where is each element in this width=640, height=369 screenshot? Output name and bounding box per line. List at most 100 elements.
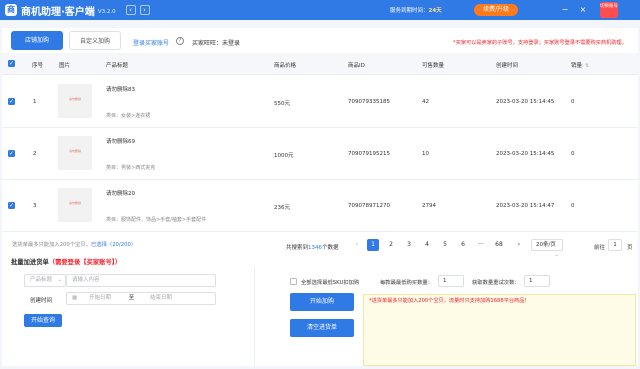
header-created: 创建时间 <box>496 63 519 69</box>
product-price: 550元 <box>274 101 290 107</box>
select-all-checkbox[interactable]: ✓ <box>8 60 15 67</box>
row-checkbox[interactable]: ✓ <box>8 98 15 105</box>
min-buy-input[interactable]: 1 <box>438 275 464 287</box>
start-search-button[interactable]: 开始查询 <box>24 314 62 327</box>
page-68[interactable]: 68 <box>493 239 505 251</box>
page-ellipsis[interactable]: ··· <box>475 239 487 251</box>
main-panel: 店铺加购 自定义加购 登录买家账号 ? 买家旺旺：未登录 *买家可以是卖家的子账… <box>2 28 638 366</box>
selection-label: 已选择 <box>90 242 107 248</box>
thumbnail-text: 请勿删除 <box>69 97 82 101</box>
product-stock: 10 <box>422 151 429 157</box>
table-row[interactable]: ✓ 2 请勿删除 请勿删除69 类目：男装>西式夹克 1000元 7090791… <box>2 128 638 180</box>
header-sales[interactable]: 销量 ⇅ <box>571 61 589 69</box>
product-sales: 0 <box>571 203 575 209</box>
row-index: 3 <box>33 203 37 209</box>
section-divider <box>254 267 255 366</box>
batch-title-text: 批量加进货单 <box>11 259 49 266</box>
product-created: 2023-03-20 15:14:47 <box>496 203 555 209</box>
expire-info: 服务到期时间：24天 <box>390 6 442 14</box>
product-created: 2023-03-20 15:14:45 <box>496 99 555 105</box>
expire-label: 服务到期时间： <box>390 8 429 14</box>
total-prefix: 共搜索到 <box>286 245 309 251</box>
buyer-status: 买家旺旺：未登录 <box>192 40 241 47</box>
chevron-down-icon: ⌄ <box>57 277 62 283</box>
table-row[interactable]: ✓ 3 请勿删除 请勿删除20 类目：服饰配件、饰品>手套/袖套>手套配件 23… <box>2 180 638 232</box>
product-id: 709078971270 <box>348 203 390 209</box>
product-title: 请勿删除83 <box>106 87 135 93</box>
chevron-left-icon[interactable]: ‹ <box>125 5 136 15</box>
app-version: V3.2.0 <box>97 8 116 15</box>
table-header: ✓ 序号 图片 产品标题 商品价格 商品ID 可售数量 创建时间 销量 ⇅ <box>2 53 638 75</box>
header-stock: 可售数量 <box>422 63 445 69</box>
header-title: 产品标题 <box>106 63 129 69</box>
log-panel: *进货单最多只能加入200个宝贝，流量时只支持加购1688平台商品！ <box>363 294 636 366</box>
product-stock: 2794 <box>422 203 436 209</box>
page-size-select[interactable]: 20条/页 ⌄ <box>531 239 563 258</box>
start-date-input[interactable]: 开始日期 <box>89 295 111 301</box>
product-price: 1000元 <box>274 153 294 159</box>
title-search-input[interactable]: 请输入内容 <box>66 274 216 287</box>
product-thumbnail: 请勿删除 <box>58 136 92 170</box>
product-price: 236元 <box>274 205 290 211</box>
page-4[interactable]: 4 <box>421 239 433 251</box>
question-icon[interactable]: ? <box>176 37 184 45</box>
batch-section-title: 批量加进货单（需要登录【买家账号】） <box>11 257 121 266</box>
page-2[interactable]: 2 <box>385 239 397 251</box>
date-range-picker[interactable]: ▦ 开始日期 至 结束日期 <box>66 292 216 305</box>
page-6[interactable]: 6 <box>457 239 469 251</box>
goto-label: 前往 <box>594 245 606 251</box>
renew-button[interactable]: 续费/升级 <box>474 4 518 16</box>
product-stock: 42 <box>422 99 429 105</box>
minimize-icon[interactable]: − <box>560 4 570 15</box>
sort-icon[interactable]: ⇅ <box>585 63 589 69</box>
page-1[interactable]: 1 <box>367 239 379 251</box>
product-title: 请勿删除20 <box>106 191 135 197</box>
title-filter-value: 产品标题 <box>30 277 53 283</box>
table-row[interactable]: ✓ 1 请勿删除 请勿删除83 类目：女装>连衣裙 550元 709079335… <box>2 76 638 128</box>
tab-custom-cart[interactable]: 自定义加购 <box>69 31 121 50</box>
product-sales: 0 <box>571 151 575 157</box>
page-5[interactable]: 5 <box>439 239 451 251</box>
total-suffix: 个数据 <box>322 245 339 251</box>
header-id: 商品ID <box>348 63 365 69</box>
tab-store-cart[interactable]: 店铺加购 <box>11 31 63 50</box>
created-time-label: 创建时间 <box>30 298 53 304</box>
title-filter-select[interactable]: 产品标题 ⌄ <box>24 274 66 287</box>
selection-info: 选货单最多只能加入200个宝贝，已选择（20/200） <box>12 240 136 248</box>
row-checkbox[interactable]: ✓ <box>8 150 15 157</box>
product-category: 类目：女装>连衣裙 <box>106 113 151 119</box>
page-3[interactable]: 3 <box>403 239 415 251</box>
close-icon[interactable]: × <box>578 4 588 15</box>
product-id: 709079195215 <box>348 151 390 157</box>
select-all-sku-checkbox[interactable] <box>290 278 297 285</box>
total-count: 共搜索到1346个数据 <box>286 243 339 251</box>
next-page-button[interactable]: › <box>513 239 525 251</box>
row-index: 2 <box>33 151 37 157</box>
selection-prefix: 选货单最多只能加入200个宝贝， <box>12 242 91 248</box>
warning-text: *进货单最多只能加入200个宝贝，流量时只支持加购1688平台商品！ <box>369 298 530 304</box>
thumbnail-text: 请勿删除 <box>69 201 82 205</box>
product-thumbnail: 请勿删除 <box>58 84 92 118</box>
fetch-retry-input[interactable]: 1 <box>524 275 550 287</box>
chevron-right-icon[interactable]: › <box>139 5 150 15</box>
switch-account-button[interactable]: 切换账号 <box>600 2 618 18</box>
clear-cart-button[interactable]: 清空进货单 <box>290 319 354 337</box>
product-id: 709079335185 <box>348 99 390 105</box>
thumbnail-text: 请勿删除 <box>69 149 82 153</box>
product-title: 请勿删除69 <box>106 139 135 145</box>
header-index: 序号 <box>32 63 44 69</box>
min-buy-label: 每款最最低购买数量： <box>380 280 433 286</box>
fetch-retry-label: 获取数量重试次数： <box>472 280 520 286</box>
header-image: 图片 <box>59 63 71 69</box>
row-checkbox[interactable]: ✓ <box>8 202 15 209</box>
start-add-cart-button[interactable]: 开始加购 <box>290 293 354 311</box>
page-size-value: 20条/页 <box>536 242 556 248</box>
goto-page-input[interactable]: 1 <box>608 239 622 251</box>
login-buyer-link[interactable]: 登录买家账号 <box>133 38 169 47</box>
product-category: 类目：服饰配件、饰品>手套/袖套>手套配件 <box>106 217 207 223</box>
prev-page-button[interactable]: ‹ <box>351 239 363 251</box>
chevron-down-icon: ⌄ <box>554 252 559 258</box>
end-date-input[interactable]: 结束日期 <box>150 295 172 301</box>
header-price: 商品价格 <box>274 63 297 69</box>
app-title: 商机助理·客户端 <box>21 6 95 18</box>
